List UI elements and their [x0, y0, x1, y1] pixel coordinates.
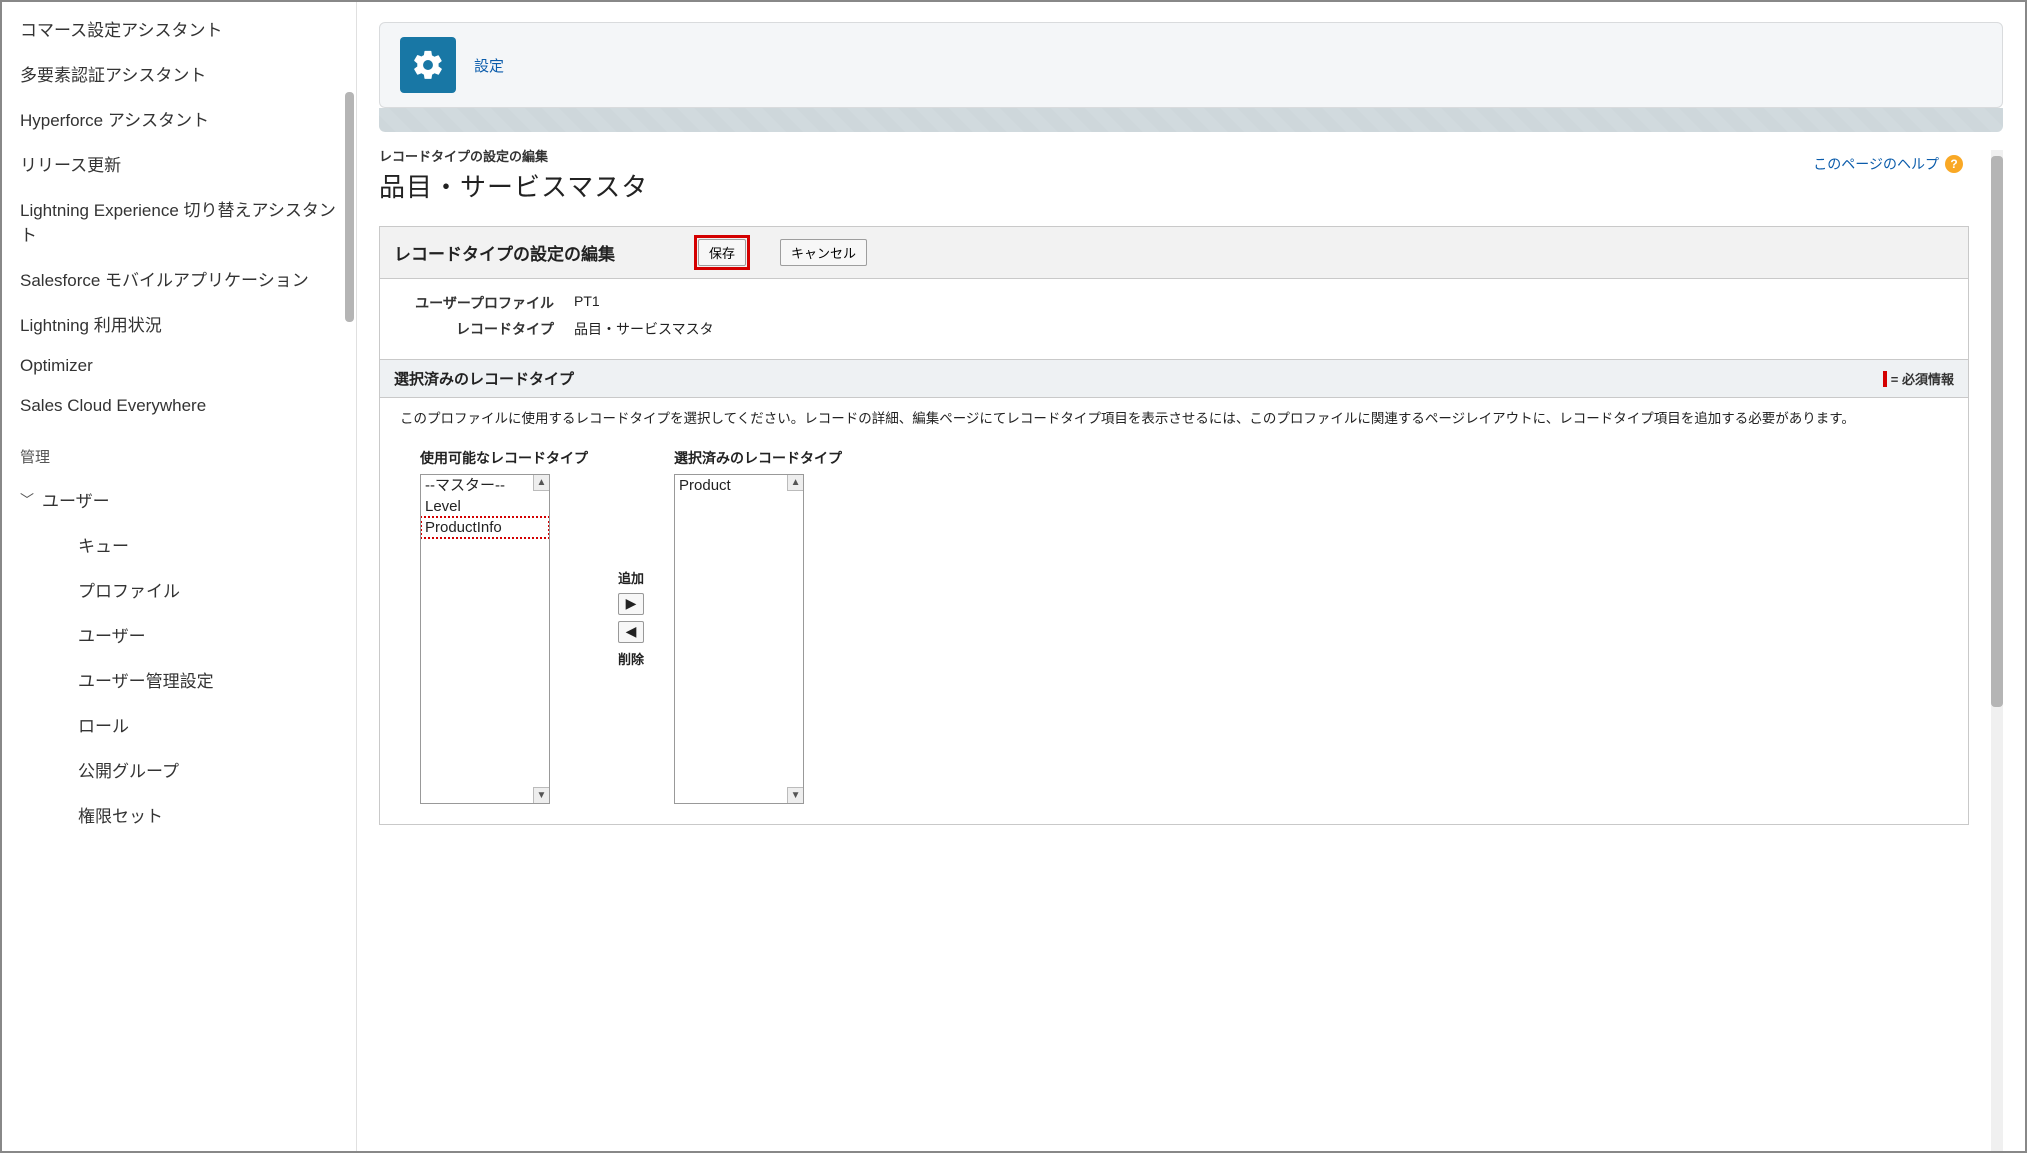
sidebar-section-admin: 管理 — [20, 426, 352, 477]
sidebar-subitem[interactable]: ユーザー管理設定 — [20, 657, 352, 702]
selected-listbox[interactable]: ▲ Product ▼ — [674, 474, 804, 804]
setup-sidebar: コマース設定アシスタント 多要素認証アシスタント Hyperforce アシスタ… — [2, 2, 357, 1151]
sidebar-item-label: ユーザー — [42, 487, 110, 512]
help-icon: ? — [1945, 155, 1963, 173]
recordtype-label: レコードタイプ — [404, 319, 574, 339]
save-highlight: 保存 — [694, 235, 750, 270]
scroll-down-icon[interactable]: ▼ — [533, 787, 549, 803]
scroll-down-icon[interactable]: ▼ — [787, 787, 803, 803]
page-subtitle: レコードタイプの設定の編集 — [379, 146, 1969, 165]
header-decor — [379, 108, 2003, 132]
add-button[interactable]: ▶ — [618, 593, 644, 615]
chevron-down-icon: ﹀ — [20, 490, 34, 510]
help-link[interactable]: このページのヘルプ ? — [1813, 154, 1963, 174]
help-link-label: このページのヘルプ — [1813, 154, 1939, 174]
sidebar-subitem[interactable]: キュー — [20, 522, 352, 567]
list-item-highlighted[interactable]: ProductInfo — [421, 517, 549, 538]
sidebar-item[interactable]: 多要素認証アシスタント — [20, 51, 352, 96]
gear-icon — [400, 37, 456, 93]
list-item[interactable]: Level — [421, 496, 549, 517]
sidebar-item[interactable]: コマース設定アシスタント — [20, 6, 352, 51]
remove-button[interactable]: ◀ — [618, 621, 644, 643]
available-label: 使用可能なレコードタイプ — [420, 448, 588, 468]
panel-title: レコードタイプの設定の編集 — [394, 240, 664, 265]
sidebar-item[interactable]: Optimizer — [20, 346, 352, 386]
sidebar-subitem[interactable]: プロファイル — [20, 567, 352, 612]
scroll-up-icon[interactable]: ▲ — [533, 475, 549, 491]
instructions-text: このプロファイルに使用するレコードタイプを選択してください。レコードの詳細、編集… — [400, 408, 1948, 430]
available-listbox[interactable]: ▲ --マスター-- Level ProductInfo ▼ — [420, 474, 550, 804]
sidebar-item-users[interactable]: ﹀ ユーザー — [20, 477, 352, 522]
list-item[interactable]: --マスター-- — [421, 475, 549, 496]
edit-panel: レコードタイプの設定の編集 保存 キャンセル ユーザープロファイル PT1 レコ… — [379, 226, 1969, 825]
sidebar-subitem[interactable]: 公開グループ — [20, 747, 352, 792]
cancel-button[interactable]: キャンセル — [780, 239, 867, 266]
sidebar-scrollbar[interactable] — [345, 92, 354, 322]
add-label: 追加 — [618, 568, 644, 587]
required-bar-icon — [1883, 371, 1887, 387]
page-title: 品目・サービスマスタ — [379, 167, 1969, 204]
scroll-up-icon[interactable]: ▲ — [787, 475, 803, 491]
sidebar-item[interactable]: Hyperforce アシスタント — [20, 96, 352, 141]
arrow-left-icon: ◀ — [626, 623, 637, 640]
save-button[interactable]: 保存 — [698, 239, 746, 266]
selected-label: 選択済みのレコードタイプ — [674, 448, 842, 468]
profile-label: ユーザープロファイル — [404, 293, 574, 313]
sidebar-item[interactable]: Sales Cloud Everywhere — [20, 386, 352, 426]
sidebar-subitem[interactable]: 権限セット — [20, 792, 352, 837]
page-header: 設定 — [379, 22, 2003, 108]
required-legend: = 必須情報 — [1883, 369, 1954, 388]
main-area: 設定 レコードタイプの設定の編集 品目・サービスマスタ このページのヘルプ ? … — [357, 2, 2025, 1151]
sidebar-item[interactable]: Salesforce モバイルアプリケーション — [20, 256, 352, 301]
profile-value: PT1 — [574, 293, 600, 313]
content-scrollbar[interactable] — [1991, 150, 2003, 1151]
header-label: 設定 — [474, 55, 504, 76]
sidebar-item[interactable]: リリース更新 — [20, 141, 352, 186]
arrow-right-icon: ▶ — [626, 595, 637, 612]
list-item[interactable]: Product — [675, 475, 803, 496]
sidebar-item[interactable]: Lightning 利用状況 — [20, 301, 352, 346]
recordtype-value: 品目・サービスマスタ — [574, 319, 714, 339]
required-label: = 必須情報 — [1891, 369, 1954, 388]
remove-label: 削除 — [618, 649, 644, 668]
sidebar-subitem[interactable]: ロール — [20, 702, 352, 747]
sidebar-item[interactable]: Lightning Experience 切り替えアシスタント — [20, 186, 352, 256]
sidebar-subitem[interactable]: ユーザー — [20, 612, 352, 657]
section-title: 選択済みのレコードタイプ — [394, 368, 574, 389]
